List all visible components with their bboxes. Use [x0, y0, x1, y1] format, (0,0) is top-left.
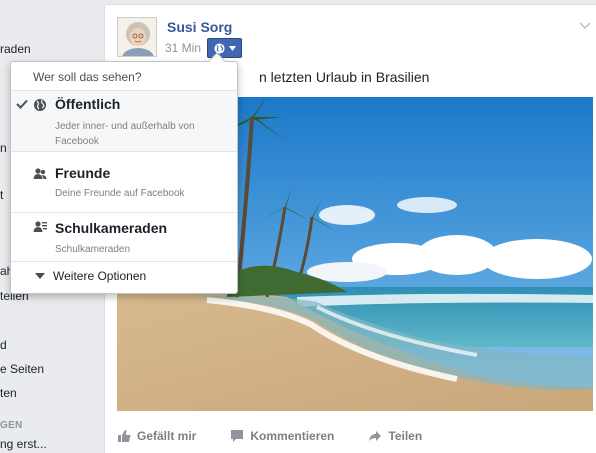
post-options-chevron-icon[interactable]: [579, 19, 591, 31]
author-name[interactable]: Susi Sorg: [167, 19, 232, 35]
comment-label: Kommentieren: [250, 429, 335, 443]
option-title: Freunde: [55, 165, 111, 181]
comment-button[interactable]: Kommentieren: [230, 429, 334, 443]
sidebar-item[interactable]: d: [0, 338, 7, 352]
sidebar-item[interactable]: raden: [0, 42, 31, 56]
post-actions: Gefällt mir Kommentieren Teilen: [117, 429, 456, 443]
caret-down-icon: [35, 273, 45, 279]
checkmark-icon: [16, 99, 28, 109]
sidebar-item[interactable]: ten: [0, 386, 17, 400]
globe-icon: [213, 42, 225, 54]
sidebar-item[interactable]: e Seiten: [0, 362, 44, 376]
avatar-illustration: [118, 18, 156, 56]
audience-option-friends[interactable]: Freunde Deine Freunde auf Facebook: [11, 160, 237, 210]
option-description: Deine Freunde auf Facebook: [55, 188, 185, 199]
friends-icon: [33, 168, 47, 179]
share-icon: [369, 431, 382, 441]
audience-selector-button[interactable]: [207, 38, 242, 58]
avatar[interactable]: [117, 17, 157, 57]
option-title: Schulkameraden: [55, 220, 168, 236]
share-label: Teilen: [388, 429, 423, 443]
comment-icon: [231, 430, 244, 442]
sidebar-section-header: GEN: [0, 420, 23, 431]
globe-icon: [34, 99, 46, 111]
more-options-label: Weitere Optionen: [53, 269, 147, 283]
post-text: n letzten Urlaub in Brasilien: [259, 69, 430, 85]
option-description: Jeder inner- und außerhalb von Facebook: [55, 121, 195, 147]
share-button[interactable]: Teilen: [368, 429, 422, 443]
audience-option-public[interactable]: Öffentlich Jeder inner- und außerhalb vo…: [11, 91, 237, 151]
option-description: Schulkameraden: [55, 244, 131, 255]
audience-dropdown: Wer soll das sehen? Öffentlich Jeder inn…: [10, 52, 238, 294]
chevron-down-icon: [228, 45, 236, 51]
dropdown-header: Wer soll das sehen?: [33, 70, 142, 84]
list-icon: [33, 221, 47, 232]
divider: [11, 151, 237, 152]
sidebar-item[interactable]: t: [0, 188, 3, 202]
thumbs-up-icon: [118, 430, 131, 442]
option-title: Öffentlich: [55, 96, 121, 112]
post-time[interactable]: 31 Min: [165, 41, 201, 55]
audience-option-classmates[interactable]: Schulkameraden Schulkameraden: [11, 213, 237, 261]
more-options[interactable]: Weitere Optionen: [11, 262, 237, 290]
sidebar-item[interactable]: ng erst...: [0, 437, 47, 451]
like-label: Gefällt mir: [137, 429, 197, 443]
like-button[interactable]: Gefällt mir: [117, 429, 196, 443]
